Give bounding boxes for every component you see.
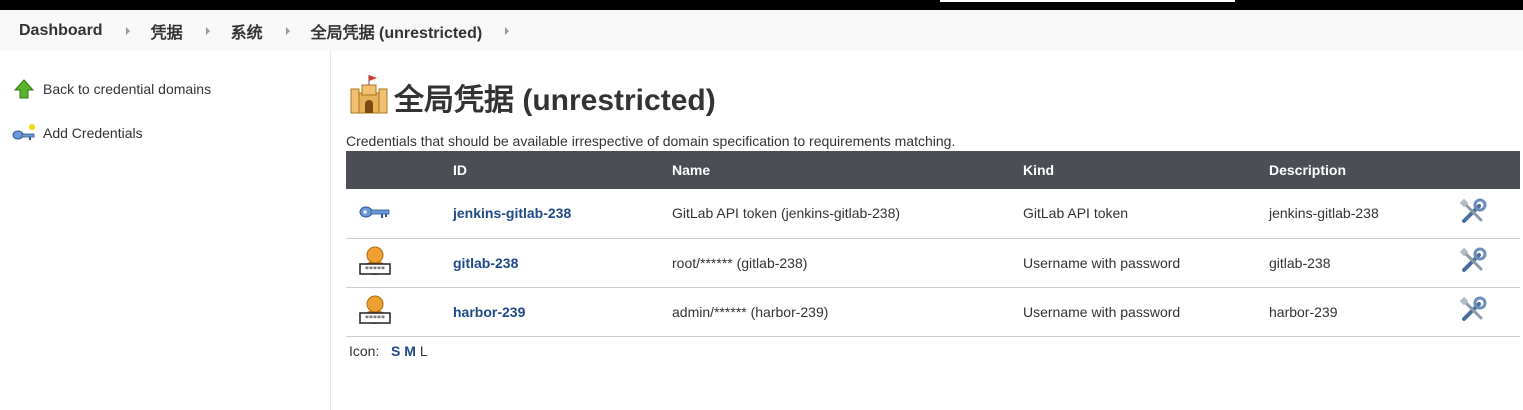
- sidebar-item-back[interactable]: Back to credential domains: [12, 77, 211, 101]
- credential-id-link[interactable]: gitlab-238: [453, 255, 518, 271]
- table-row: ***** gitlab-238 root/****** (gitlab-238…: [346, 238, 1520, 287]
- row-icon-cell: [346, 189, 453, 238]
- breadcrumb-credentials[interactable]: 凭据: [151, 19, 183, 43]
- table-row: ***** harbor-239 admin/****** (harbor-23…: [346, 287, 1520, 336]
- breadcrumb-chevron-icon[interactable]: [205, 26, 210, 35]
- green-up-arrow-icon: [12, 77, 36, 101]
- row-actions-cell: [1459, 287, 1520, 336]
- page-title-block: 全局凭据 (unrestricted): [350, 73, 716, 120]
- page-title: 全局凭据 (unrestricted): [394, 83, 716, 117]
- sidebar: Back to credential domains Add Credentia…: [0, 51, 331, 410]
- row-description-cell: jenkins-gitlab-238: [1269, 205, 1379, 222]
- row-id-cell: jenkins-gitlab-238: [453, 189, 672, 238]
- header-id[interactable]: ID: [453, 151, 672, 189]
- breadcrumb-global-domain[interactable]: 全局凭据 (unrestricted): [311, 19, 483, 43]
- key-add-icon: [12, 121, 36, 145]
- row-name-cell: GitLab API token (jenkins-gitlab-238): [672, 205, 901, 222]
- top-header-bar: [0, 0, 1523, 10]
- credential-id-link[interactable]: jenkins-gitlab-238: [453, 205, 571, 221]
- breadcrumb-chevron-icon[interactable]: [285, 26, 290, 35]
- header-description[interactable]: Description: [1269, 151, 1459, 189]
- header-actions-column: [1459, 151, 1520, 189]
- breadcrumb-system[interactable]: 系统: [231, 19, 263, 43]
- table-row: jenkins-gitlab-238 GitLab API token (jen…: [346, 189, 1520, 238]
- header-name[interactable]: Name: [672, 151, 1023, 189]
- credential-id-link[interactable]: harbor-239: [453, 304, 525, 320]
- row-name-cell: admin/****** (harbor-239): [672, 303, 829, 320]
- icon-size-label: Icon:: [349, 343, 380, 359]
- row-kind-cell: GitLab API token: [1023, 205, 1129, 222]
- sidebar-item-add-credentials[interactable]: Add Credentials: [12, 121, 143, 145]
- page-description: Credentials that should be available irr…: [346, 133, 956, 149]
- configure-wrench-icon[interactable]: [1459, 198, 1487, 229]
- icon-size-medium[interactable]: M: [404, 343, 416, 359]
- row-kind-cell: Username with password: [1023, 254, 1181, 271]
- header-kind[interactable]: Kind: [1023, 151, 1269, 189]
- user-password-icon: *****: [359, 295, 391, 330]
- row-kind-cell: Username with password: [1023, 303, 1181, 320]
- svg-text:*****: *****: [365, 314, 385, 323]
- configure-wrench-icon[interactable]: [1459, 296, 1487, 327]
- configure-wrench-icon[interactable]: [1459, 247, 1487, 278]
- search-box[interactable]: [940, 0, 1235, 2]
- breadcrumb-dashboard[interactable]: Dashboard: [19, 22, 103, 40]
- header-icon-column: [346, 151, 453, 189]
- credentials-table: ID Name Kind Description jenkins-gitlab-…: [346, 151, 1520, 337]
- row-description-cell: gitlab-238: [1269, 254, 1331, 271]
- row-description-cell: harbor-239: [1269, 303, 1338, 320]
- row-icon-cell: *****: [346, 287, 453, 336]
- row-actions-cell: [1459, 189, 1520, 238]
- castle-icon: [350, 73, 388, 120]
- svg-text:*****: *****: [365, 265, 385, 274]
- breadcrumb-chevron-icon[interactable]: [125, 26, 130, 35]
- sidebar-item-label[interactable]: Back to credential domains: [43, 81, 211, 97]
- row-actions-cell: [1459, 238, 1520, 287]
- row-id-cell: gitlab-238: [453, 238, 672, 287]
- key-icon: [359, 206, 391, 225]
- icon-size-large: L: [419, 343, 428, 359]
- row-icon-cell: *****: [346, 238, 453, 287]
- row-id-cell: harbor-239: [453, 287, 672, 336]
- icon-size-small[interactable]: S: [391, 343, 400, 359]
- sidebar-item-label[interactable]: Add Credentials: [43, 125, 143, 141]
- breadcrumb: Dashboard 凭据 系统 全局凭据 (unrestricted): [0, 10, 1523, 51]
- user-password-icon: *****: [359, 246, 391, 281]
- table-header-row: ID Name Kind Description: [346, 151, 1520, 189]
- icon-size-selector: Icon: S M L: [349, 343, 428, 359]
- breadcrumb-chevron-icon[interactable]: [505, 26, 510, 35]
- row-name-cell: root/****** (gitlab-238): [672, 254, 808, 271]
